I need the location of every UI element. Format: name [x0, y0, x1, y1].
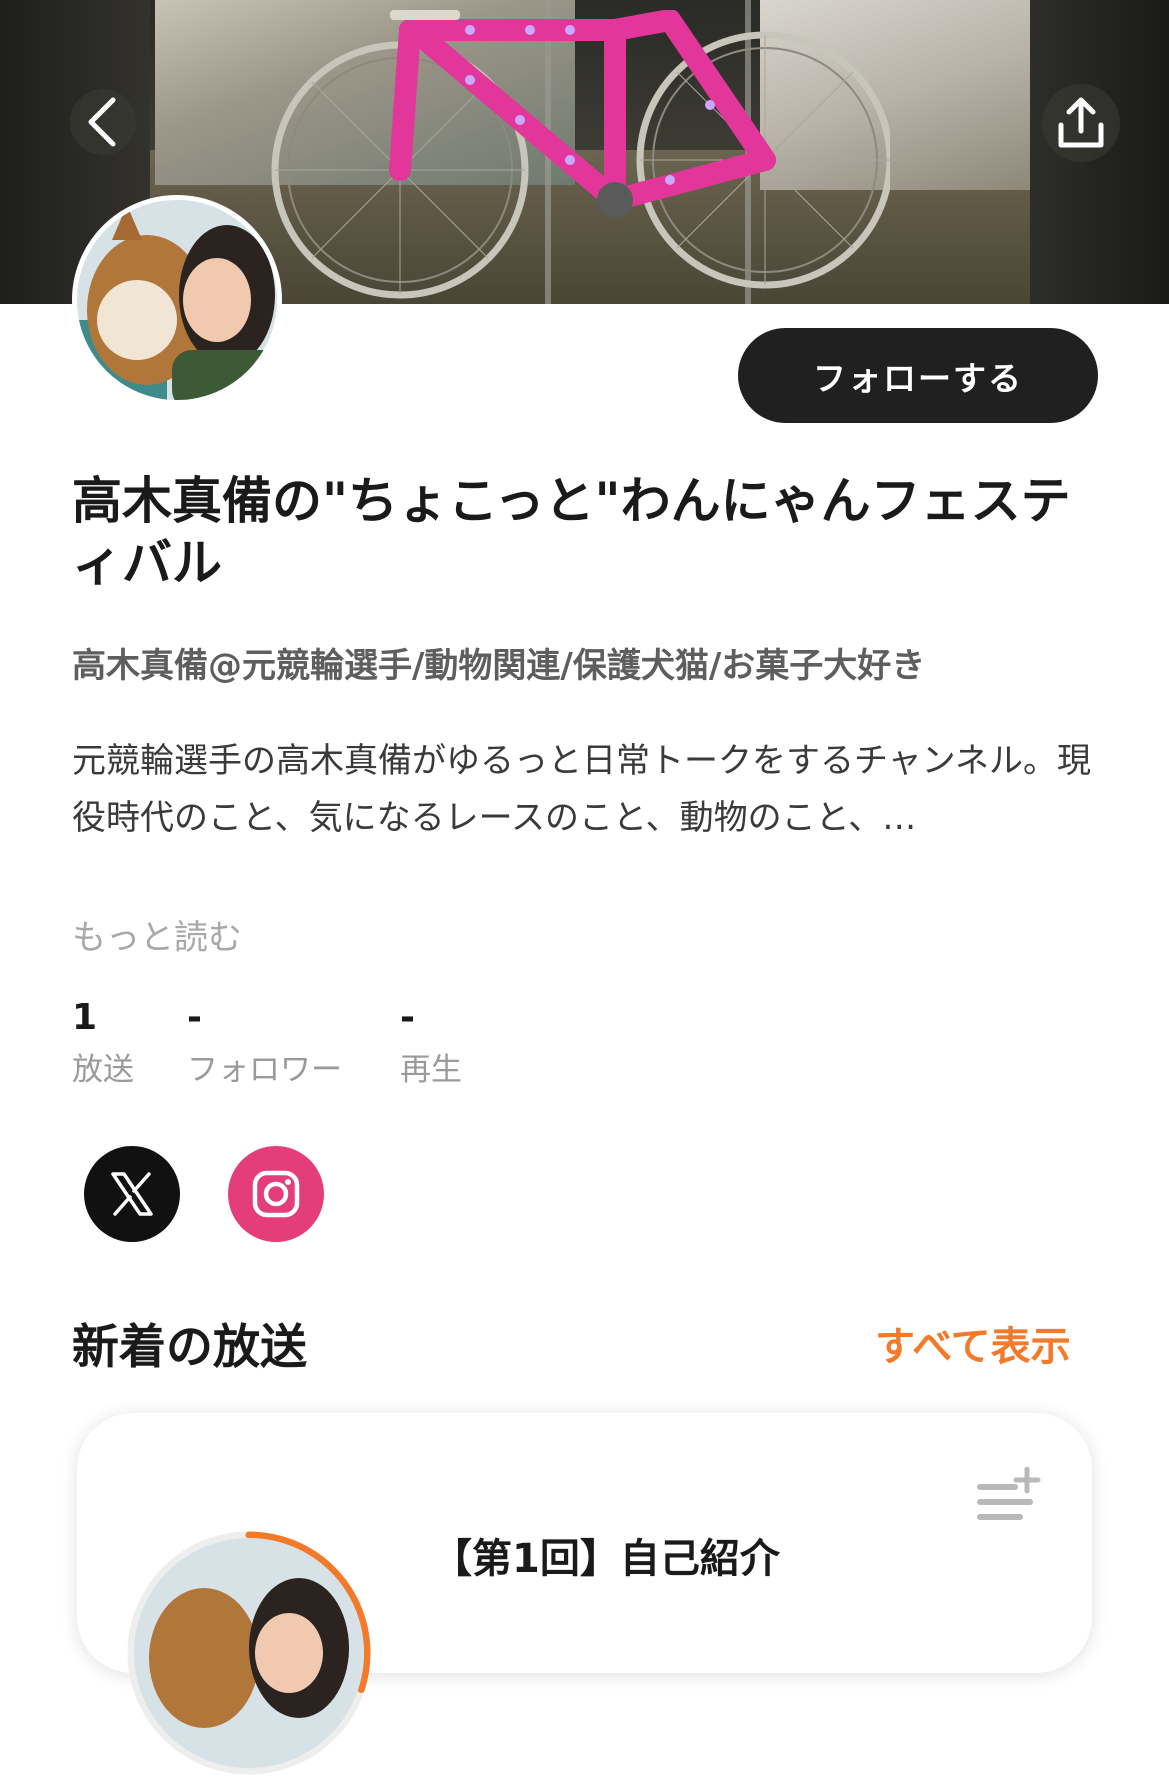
- add-to-playlist-icon: [977, 1466, 1041, 1520]
- stat-value: -: [400, 997, 415, 1038]
- x-link-button[interactable]: [84, 1146, 180, 1242]
- episode-thumbnail: [134, 1538, 364, 1768]
- stat-label: 再生: [400, 1052, 462, 1088]
- channel-description: 元競輪選手の高木真備がゆるっと日常トークをするチャンネル。現役時代のこと、気にな…: [72, 741, 1091, 838]
- episode-title[interactable]: 【第1回】自己紹介: [432, 1526, 780, 1584]
- stat-plays: - 再生: [400, 997, 462, 1089]
- stat-followers[interactable]: - フォロワー: [187, 997, 342, 1089]
- share-button[interactable]: [1042, 84, 1120, 162]
- stat-value: -: [187, 997, 202, 1038]
- see-all-link[interactable]: すべて表示: [875, 1314, 1071, 1372]
- instagram-link-button[interactable]: [228, 1146, 324, 1242]
- bicycle-illustration: [271, 10, 890, 299]
- add-to-playlist-button[interactable]: [975, 1466, 1045, 1531]
- stat-label: 放送: [72, 1052, 134, 1088]
- channel-avatar: [72, 195, 282, 405]
- back-button[interactable]: [70, 89, 136, 155]
- channel-title: 高木真備の"ちょこっと"わんにゃんフェスティバル: [72, 472, 1071, 592]
- stat-label: フォロワー: [187, 1052, 342, 1088]
- share-upload-icon: [1058, 97, 1104, 148]
- follow-button[interactable]: フォローする: [738, 328, 1098, 423]
- read-more-link[interactable]: もっと読む: [72, 910, 242, 959]
- stat-value: 1: [72, 997, 98, 1038]
- section-title: 新着の放送: [72, 1320, 307, 1375]
- chevron-left-icon: [88, 97, 116, 147]
- x-logo-icon: [111, 1172, 153, 1216]
- stat-broadcasts: 1 放送: [72, 997, 134, 1089]
- channel-author: 高木真備@元競輪選手/動物関連/保護犬猫/お菓子大好き: [72, 646, 926, 686]
- instagram-icon: [252, 1170, 300, 1218]
